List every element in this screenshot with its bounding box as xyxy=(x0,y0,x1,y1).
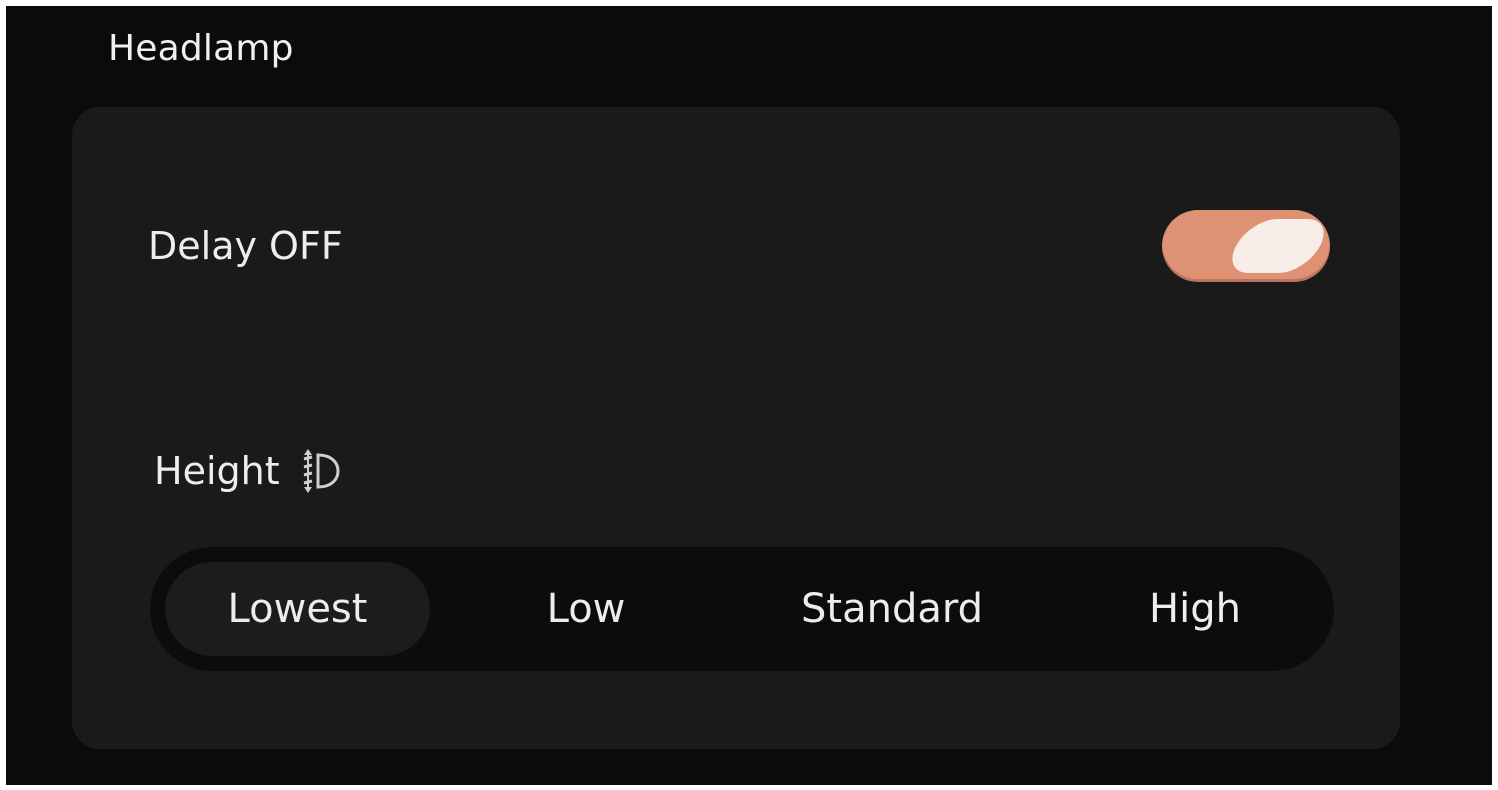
height-row: Height xyxy=(154,447,346,495)
height-option-lowest[interactable]: Lowest xyxy=(165,562,430,656)
delay-off-label: Delay OFF xyxy=(148,224,343,268)
headlamp-leveling-icon xyxy=(294,447,346,495)
height-option-high[interactable]: High xyxy=(1070,547,1320,671)
delay-off-toggle[interactable] xyxy=(1162,210,1335,282)
height-segmented-control: Lowest Low Standard High xyxy=(150,547,1334,671)
height-label: Height xyxy=(154,449,280,493)
headlamp-settings-card: Delay OFF Height Lowest Low Standard Hig… xyxy=(72,107,1400,749)
section-title: Headlamp xyxy=(108,28,294,69)
height-option-low[interactable]: Low xyxy=(460,547,712,671)
headlamp-settings-screen: Headlamp Delay OFF Height Lowest Low Sta… xyxy=(6,6,1492,785)
height-option-standard[interactable]: Standard xyxy=(742,547,1042,671)
toggle-knob xyxy=(1221,219,1335,273)
